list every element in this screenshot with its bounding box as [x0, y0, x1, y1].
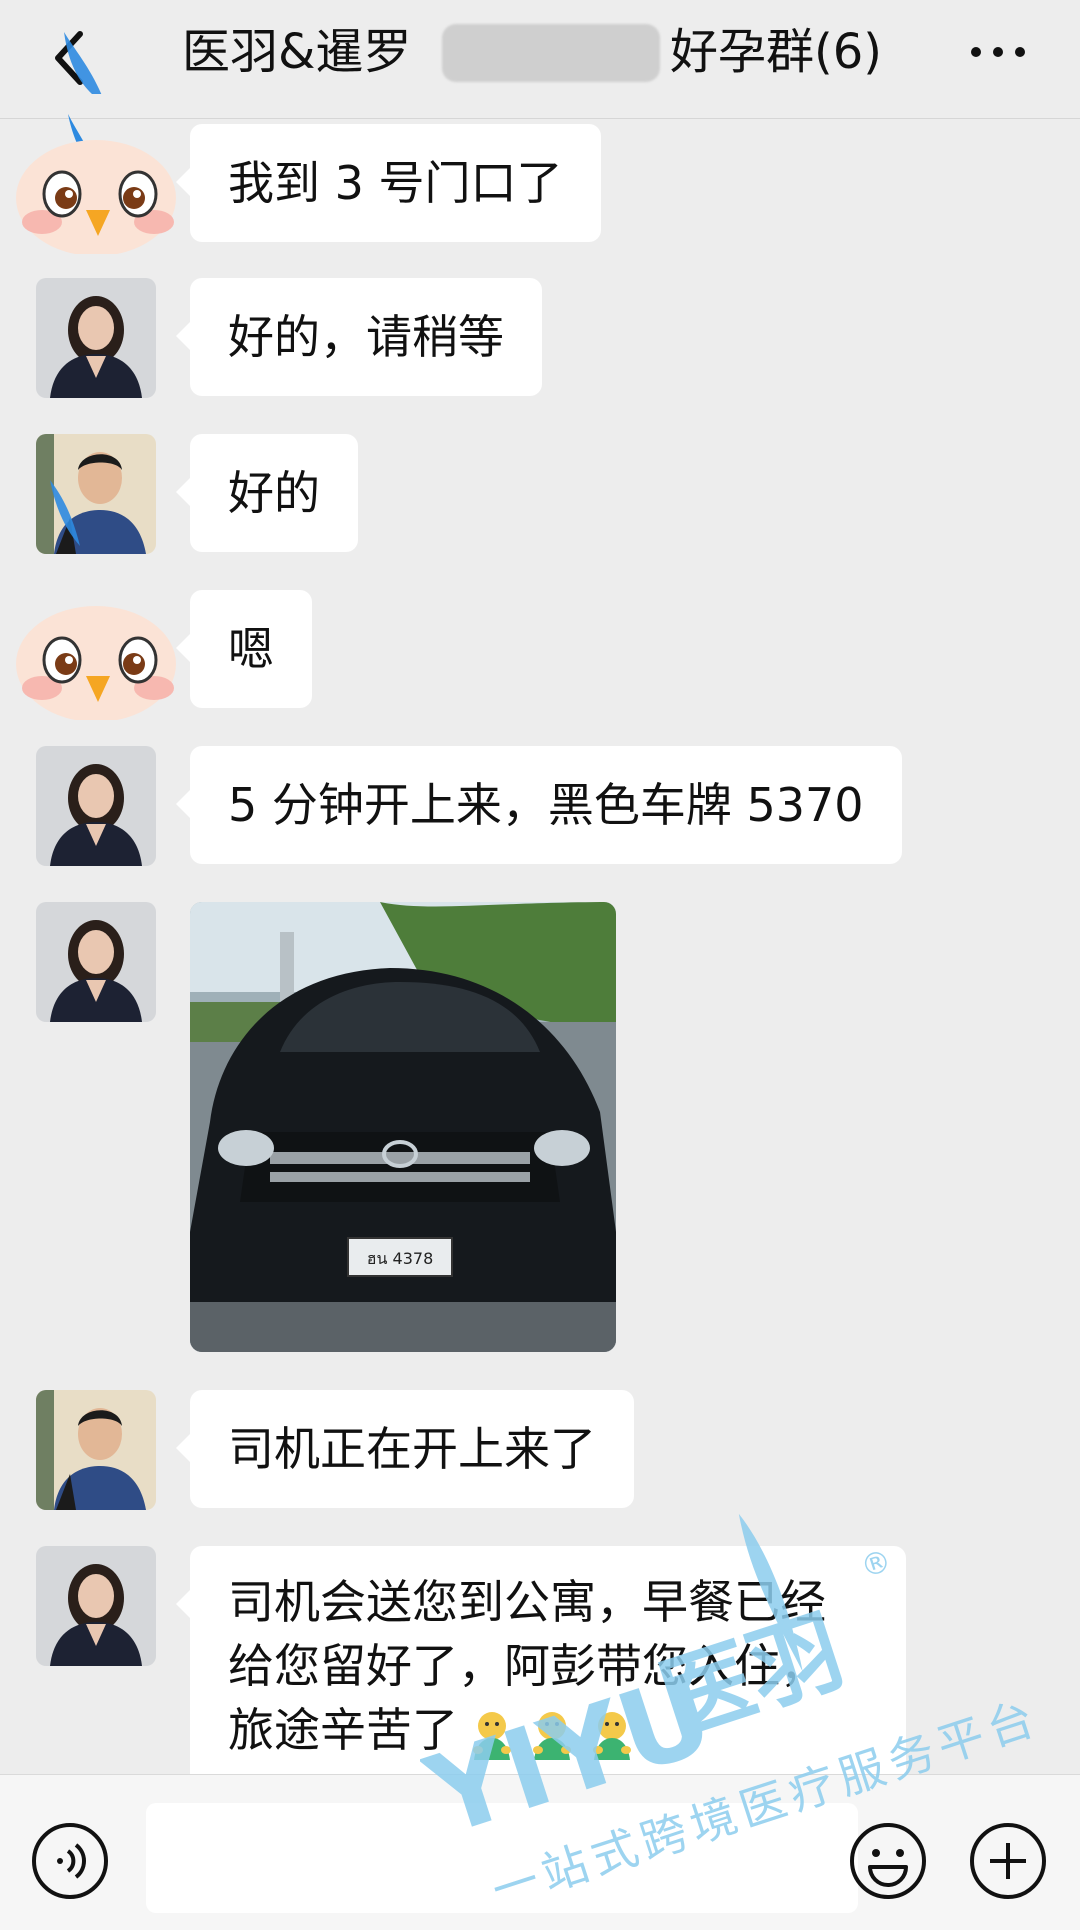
message-bubble[interactable]: 好的，请稍等: [176, 278, 542, 396]
emoji-icon: [850, 1823, 926, 1899]
voice-button[interactable]: [30, 1821, 110, 1901]
plus-button[interactable]: [968, 1821, 1048, 1901]
avatar-woman[interactable]: [36, 278, 156, 398]
message-bubble[interactable]: 我到 3 号门口了: [176, 124, 601, 242]
chat-input-bar: [0, 1774, 1080, 1930]
message-bubble[interactable]: 好的: [176, 434, 358, 552]
message-input[interactable]: [146, 1803, 858, 1913]
back-chevron-icon: [55, 31, 106, 106]
avatar-woman[interactable]: [36, 902, 156, 1022]
avatar-woman[interactable]: [36, 1546, 156, 1666]
avatar-man[interactable]: [36, 1390, 156, 1510]
more-dots-icon: [971, 47, 1025, 57]
emoji-button[interactable]: [848, 1821, 928, 1901]
car-photo-message[interactable]: ฮน 4378: [190, 902, 616, 1352]
avatar-woman[interactable]: [36, 746, 156, 866]
message-bubble[interactable]: 司机会送您到公寓，早餐已经 给您留好了，阿彭带您入住， 旅途辛苦了: [176, 1546, 906, 1786]
message-line: 司机会送您到公寓，早餐已经: [228, 1575, 826, 1629]
more-button[interactable]: [964, 24, 1032, 80]
avatar-man[interactable]: [36, 434, 156, 554]
avatar-bird[interactable]: [8, 114, 178, 256]
plate-text: ฮน 4378: [367, 1249, 434, 1268]
chat-title-suffix: 好孕群(6): [670, 24, 882, 80]
emoji-icon: [466, 1708, 518, 1760]
chat-header: 医羽&暹罗 好孕群(6): [0, 0, 1080, 119]
message-bubble[interactable]: 5 分钟开上来，黑色车牌 5370: [176, 746, 902, 864]
message-bubble[interactable]: 嗯: [176, 590, 312, 708]
emoji-icon: [586, 1708, 638, 1760]
message-bubble[interactable]: 司机正在开上来了: [176, 1390, 634, 1508]
chat-title: 医羽&暹罗: [182, 24, 412, 80]
back-button[interactable]: [46, 22, 106, 106]
redacted-title-segment: [442, 24, 660, 82]
emoji-icon: [526, 1708, 578, 1760]
avatar-bird[interactable]: [8, 580, 178, 722]
message-line: 旅途辛苦了: [228, 1703, 458, 1757]
message-line: 给您留好了，阿彭带您入住，: [228, 1639, 826, 1693]
plus-icon: [970, 1823, 1046, 1899]
message-line-with-emoji: 旅途辛苦了: [228, 1698, 868, 1762]
voice-icon: [32, 1823, 108, 1899]
